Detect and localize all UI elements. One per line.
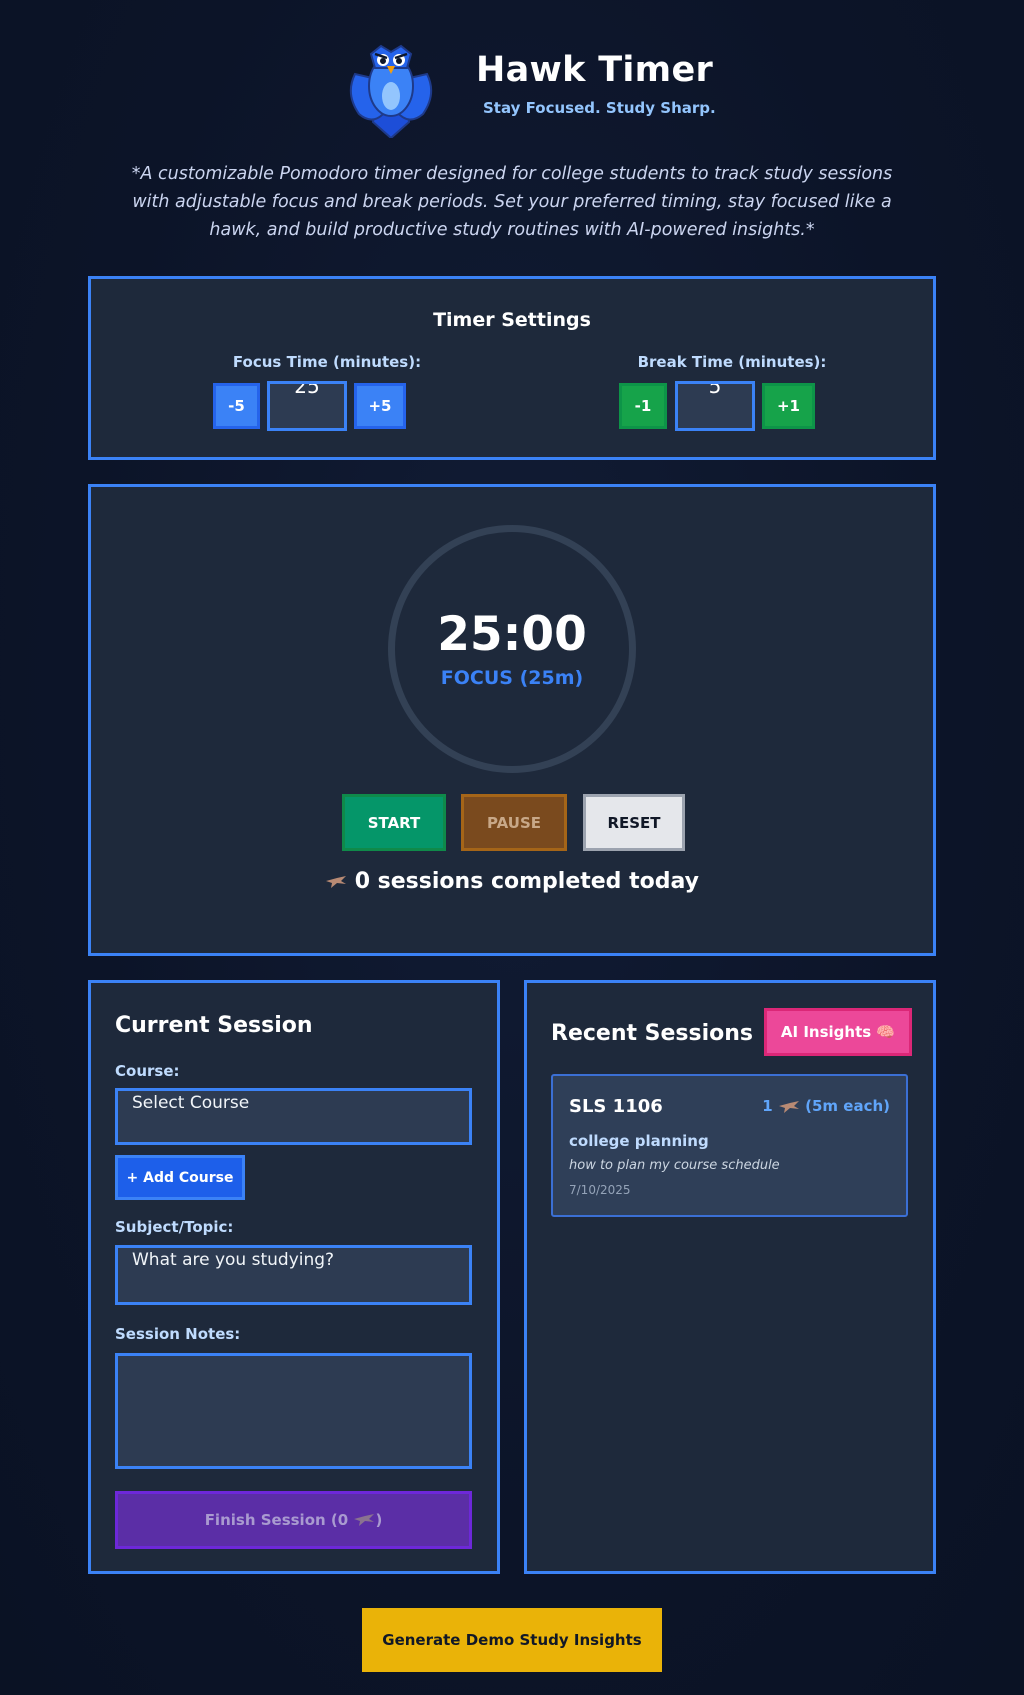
notes-label: Session Notes: <box>115 1325 241 1343</box>
course-select[interactable]: Select Course <box>115 1088 472 1145</box>
current-session-panel: Current Session Course: Select Course + … <box>88 980 500 1574</box>
hawk-icon <box>778 1100 799 1113</box>
break-increase-button[interactable]: +1 <box>762 383 815 429</box>
start-button[interactable]: START <box>342 794 446 851</box>
focus-time-label: Focus Time (minutes): <box>232 353 422 371</box>
sessions-completed: 0 sessions completed today <box>91 869 933 894</box>
subject-label: Subject/Topic: <box>115 1218 234 1236</box>
session-course: SLS 1106 <box>569 1096 663 1117</box>
timer-settings-panel: Timer Settings Focus Time (minutes): -5 … <box>88 276 936 460</box>
recent-sessions-title: Recent Sessions <box>551 1021 754 1046</box>
break-time-input[interactable]: 5 <box>675 381 755 431</box>
settings-title: Timer Settings <box>433 309 591 331</box>
session-topic: college planning <box>569 1132 709 1150</box>
break-time-label: Break Time (minutes): <box>637 353 827 371</box>
timer-panel: 25:00 FOCUS (25m) START PAUSE RESET 0 se… <box>88 484 936 956</box>
current-session-title: Current Session <box>115 1013 313 1038</box>
focus-time-input[interactable]: 25 <box>267 381 347 431</box>
recent-sessions-panel: Recent Sessions AI Insights 🧠 SLS 1106 1… <box>524 980 936 1574</box>
reset-button[interactable]: RESET <box>583 794 685 851</box>
hawk-icon <box>326 876 347 888</box>
hawk-logo-icon <box>349 44 433 138</box>
session-count: 1 (5m each) <box>762 1097 890 1115</box>
ai-insights-button[interactable]: AI Insights 🧠 <box>764 1008 912 1056</box>
timer-display: 25:00 <box>437 607 587 662</box>
add-course-button[interactable]: + Add Course <box>115 1155 245 1200</box>
session-note: how to plan my course schedule <box>569 1158 780 1173</box>
session-card[interactable]: SLS 1106 1 (5m each) college planning ho… <box>551 1074 908 1217</box>
focus-decrease-button[interactable]: -5 <box>213 383 260 429</box>
generate-demo-insights-button[interactable]: Generate Demo Study Insights <box>362 1608 662 1672</box>
session-notes-textarea[interactable] <box>115 1353 472 1469</box>
finish-session-button[interactable]: Finish Session (0 ) <box>115 1491 472 1549</box>
break-decrease-button[interactable]: -1 <box>619 383 667 429</box>
app-intro: *A customizable Pomodoro timer designed … <box>131 164 893 240</box>
pause-button[interactable]: PAUSE <box>461 794 567 851</box>
app-title: Hawk Timer <box>476 50 714 90</box>
hawk-icon <box>354 1514 375 1526</box>
subject-input[interactable]: What are you studying? <box>115 1245 472 1305</box>
app-header: Hawk Timer Stay Focused. Study Sharp. <box>0 32 1024 142</box>
session-date: 7/10/2025 <box>569 1183 631 1197</box>
timer-mode-label: FOCUS (25m) <box>440 667 584 689</box>
course-label: Course: <box>115 1062 180 1080</box>
focus-increase-button[interactable]: +5 <box>354 383 406 429</box>
app-tagline: Stay Focused. Study Sharp. <box>483 99 716 117</box>
sessions-completed-text: 0 sessions completed today <box>354 869 699 894</box>
